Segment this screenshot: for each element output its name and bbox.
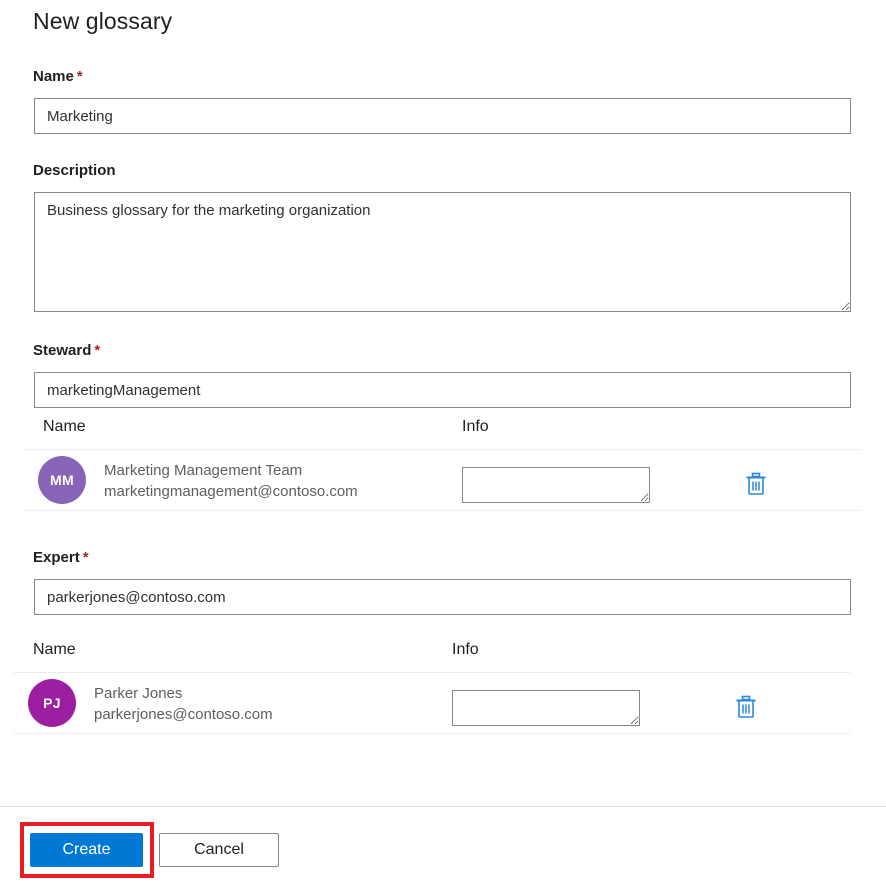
expert-person: Parker Jones parkerjones@contoso.com bbox=[94, 683, 273, 725]
avatar: MM bbox=[38, 456, 86, 504]
description-field-label: Description bbox=[33, 162, 116, 179]
description-label-text: Description bbox=[33, 162, 116, 179]
description-textarea[interactable] bbox=[34, 192, 851, 312]
expert-label-text: Expert bbox=[33, 549, 80, 566]
page-title: New glossary bbox=[33, 8, 172, 35]
expert-table: Name Info PJ Parker Jones parkerjones@co… bbox=[14, 641, 850, 734]
steward-delete-button[interactable] bbox=[742, 470, 770, 498]
create-button[interactable]: Create bbox=[30, 833, 143, 867]
steward-label-text: Steward bbox=[33, 342, 91, 359]
steward-input[interactable] bbox=[34, 372, 851, 408]
expert-delete-button[interactable] bbox=[732, 693, 760, 721]
expert-person-name: Parker Jones bbox=[94, 683, 273, 704]
expert-table-row: PJ Parker Jones parkerjones@contoso.com bbox=[14, 672, 850, 734]
steward-person-email: marketingmanagement@contoso.com bbox=[104, 481, 358, 502]
steward-table-header: Name Info bbox=[24, 418, 860, 449]
expert-input[interactable] bbox=[34, 579, 851, 615]
steward-table-row: MM Marketing Management Team marketingma… bbox=[24, 449, 860, 511]
cancel-button[interactable]: Cancel bbox=[159, 833, 279, 867]
footer-divider bbox=[0, 806, 886, 807]
expert-field-label: Expert* bbox=[33, 549, 89, 566]
steward-person: Marketing Management Team marketingmanag… bbox=[104, 460, 358, 502]
steward-field-label: Steward* bbox=[33, 342, 100, 359]
avatar: PJ bbox=[28, 679, 76, 727]
new-glossary-panel: New glossary Name* Description Steward* … bbox=[0, 0, 886, 885]
steward-info-textarea[interactable] bbox=[462, 467, 650, 503]
expert-table-header: Name Info bbox=[14, 641, 850, 672]
trash-icon bbox=[745, 472, 767, 496]
name-input[interactable] bbox=[34, 98, 851, 134]
steward-person-name: Marketing Management Team bbox=[104, 460, 358, 481]
name-label-text: Name bbox=[33, 68, 74, 85]
name-required-asterisk: * bbox=[74, 68, 83, 85]
name-field-label: Name* bbox=[33, 68, 83, 85]
expert-info-textarea[interactable] bbox=[452, 690, 640, 726]
expert-required-asterisk: * bbox=[80, 549, 89, 566]
expert-person-email: parkerjones@contoso.com bbox=[94, 704, 273, 725]
trash-icon bbox=[735, 695, 757, 719]
steward-col-info: Info bbox=[462, 418, 489, 436]
steward-required-asterisk: * bbox=[91, 342, 100, 359]
expert-col-info: Info bbox=[452, 641, 479, 659]
expert-col-name: Name bbox=[33, 641, 76, 659]
steward-table: Name Info MM Marketing Management Team m… bbox=[24, 418, 860, 511]
steward-col-name: Name bbox=[43, 418, 86, 436]
